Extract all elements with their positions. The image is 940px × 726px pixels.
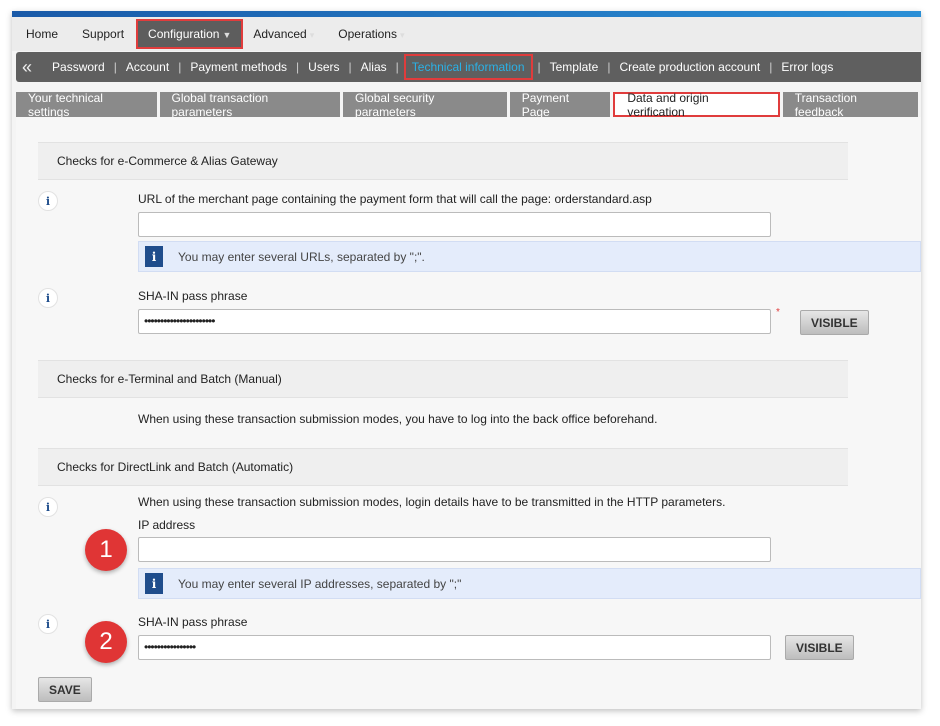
nav-support[interactable]: Support (82, 27, 124, 41)
tab-your-technical-settings[interactable]: Your technical settings (16, 91, 157, 119)
ip-address-label: IP address (138, 518, 196, 532)
sub-nav: « Password | Account | Payment methods | Us… (16, 52, 921, 82)
info-icon[interactable]: i (38, 288, 58, 308)
tab-global-transaction-parameters[interactable]: Global transaction parameters (159, 91, 341, 119)
url-note-text: You may enter several URLs, separated by… (178, 249, 425, 264)
callout-badge-2: 2 (85, 621, 127, 663)
subnav-alias[interactable]: Alias (361, 60, 387, 74)
nav-operations-label: Operations (338, 27, 397, 41)
tab-bar: Your technical settings Global transacti… (16, 91, 921, 119)
sha-in-input-2[interactable]: •••••••••••••••• (138, 635, 771, 660)
info-icon: i (145, 573, 163, 594)
nav-configuration-label: Configuration (148, 27, 220, 41)
separator: | (348, 60, 352, 74)
tab-payment-page[interactable]: Payment Page (509, 91, 611, 119)
url-note: i You may enter several URLs, separated b… (138, 241, 921, 272)
subnav-password[interactable]: Password (52, 60, 105, 74)
ip-note-text: You may enter several IP addresses, sepa… (178, 576, 462, 591)
tab-transaction-feedback[interactable]: Transaction feedback (782, 91, 918, 119)
content-panel: Checks for e-Commerce & Alias Gateway i … (16, 117, 921, 709)
top-nav: Home Support Configuration ▼ Advanced ▾ Op… (12, 17, 921, 51)
separator: | (296, 60, 300, 74)
subnav-account[interactable]: Account (126, 60, 169, 74)
section-header-eterminal: Checks for e-Terminal and Batch (Manual) (38, 360, 848, 398)
subnav-payment-methods[interactable]: Payment methods (190, 60, 287, 74)
eterminal-text: When using these transaction submission … (138, 412, 658, 426)
save-button[interactable]: SAVE (38, 677, 92, 702)
required-marker: * (776, 307, 780, 318)
directlink-text: When using these transaction submission … (138, 495, 726, 509)
separator: | (607, 60, 611, 74)
subnav-users[interactable]: Users (308, 60, 339, 74)
info-icon[interactable]: i (38, 614, 58, 634)
separator: | (113, 60, 117, 74)
sha-in-label: SHA-IN pass phrase (138, 289, 248, 303)
chevron-down-icon: ▼ (222, 30, 232, 40)
info-icon: i (145, 246, 163, 267)
separator: | (395, 60, 399, 74)
subnav-template[interactable]: Template (550, 60, 599, 74)
sha-in-input[interactable]: •••••••••••••••••••••• (138, 309, 771, 334)
separator: | (537, 60, 541, 74)
separator: | (178, 60, 182, 74)
subnav-create-production-account[interactable]: Create production account (619, 60, 760, 74)
tab-global-security-parameters[interactable]: Global security parameters (343, 91, 507, 119)
collapse-icon[interactable]: « (22, 57, 32, 78)
visible-button-2[interactable]: VISIBLE (785, 635, 854, 660)
nav-operations[interactable]: Operations ▾ (338, 27, 404, 41)
visible-button[interactable]: VISIBLE (800, 310, 869, 335)
chevron-down-icon: ▾ (399, 30, 405, 40)
nav-home[interactable]: Home (26, 27, 58, 41)
nav-configuration[interactable]: Configuration ▼ (136, 19, 244, 49)
section-header-directlink: Checks for DirectLink and Batch (Automat… (38, 448, 848, 486)
nav-advanced-label: Advanced (253, 27, 307, 41)
ip-note: i You may enter several IP addresses, sep… (138, 568, 921, 599)
section-header-ecommerce: Checks for e-Commerce & Alias Gateway (38, 142, 848, 180)
url-input[interactable] (138, 212, 771, 237)
info-icon[interactable]: i (38, 497, 58, 517)
chevron-down-icon: ▾ (309, 30, 315, 40)
url-label: URL of the merchant page containing the … (138, 192, 652, 206)
separator: | (769, 60, 773, 74)
ip-address-input[interactable] (138, 537, 771, 562)
subnav-error-logs[interactable]: Error logs (781, 60, 833, 74)
subnav-technical-information[interactable]: Technical information (403, 54, 533, 80)
window: Home Support Configuration ▼ Advanced ▾ Op… (12, 11, 921, 709)
callout-badge-1: 1 (85, 529, 127, 571)
nav-advanced[interactable]: Advanced ▾ (253, 27, 314, 41)
tab-data-and-origin-verification[interactable]: Data and origin verification (613, 91, 780, 119)
info-icon[interactable]: i (38, 191, 58, 211)
sha-in-label-2: SHA-IN pass phrase (138, 615, 248, 629)
